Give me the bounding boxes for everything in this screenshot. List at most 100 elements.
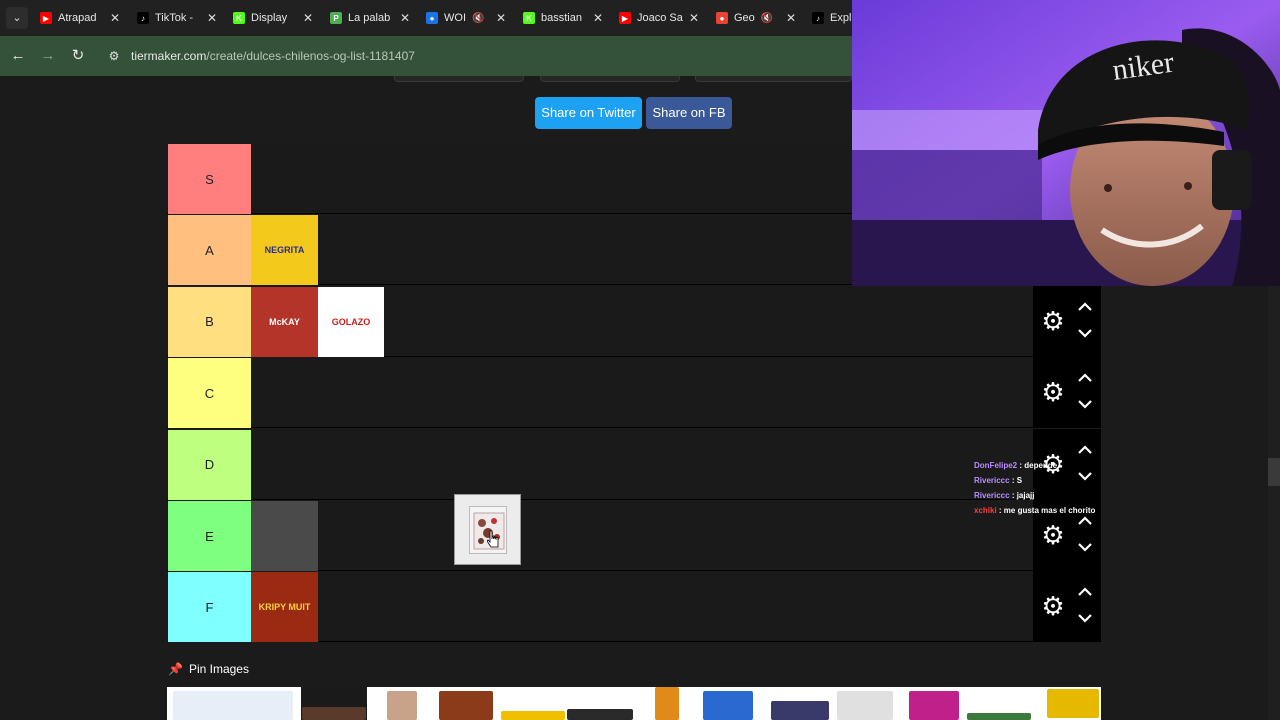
close-tab-icon[interactable]: ✕ <box>301 10 315 26</box>
bank-item[interactable] <box>567 709 633 720</box>
bank-item[interactable] <box>501 711 565 720</box>
close-tab-icon[interactable]: ✕ <box>108 10 122 26</box>
toolbar-button-partial[interactable] <box>394 76 524 82</box>
tier-controls: ⚙ <box>1033 571 1101 643</box>
chat-message: xchiki : me gusta mas el chorito <box>974 503 1280 518</box>
toolbar-button-partial[interactable] <box>695 76 852 82</box>
chat-text: jajajj <box>1016 491 1035 500</box>
browser-tab[interactable]: ● WOI 🔇 ✕ <box>426 6 508 30</box>
bank-item[interactable] <box>387 691 417 720</box>
tab-title: Joaco Sa <box>637 12 683 24</box>
pin-images-toggle[interactable]: 📌 Pin Images <box>168 660 249 678</box>
toolbar-button-partial[interactable] <box>540 76 680 82</box>
chevron-down-icon[interactable] <box>1076 396 1094 412</box>
bank-item[interactable] <box>771 701 829 720</box>
tier-label[interactable]: S <box>168 144 251 214</box>
chat-username: xchiki <box>974 506 997 515</box>
tier-item[interactable]: GOLAZO <box>318 286 384 357</box>
browser-tab[interactable]: ▶ Atrapad ✕ <box>40 6 122 30</box>
browser-tab[interactable]: ● Geo 🔇 ✕ <box>716 6 798 30</box>
tier-item[interactable]: KRIPY MUIT <box>251 572 318 643</box>
chevron-down-icon[interactable] <box>1076 539 1094 555</box>
gear-icon[interactable]: ⚙ <box>1040 593 1066 619</box>
back-arrow-icon[interactable]: ← <box>8 46 28 66</box>
gear-icon[interactable]: ⚙ <box>1040 522 1066 548</box>
browser-tab[interactable]: ▶ Joaco Sa ✕ <box>619 6 701 30</box>
browser-tab[interactable]: P La palab ✕ <box>330 6 412 30</box>
chevron-up-icon[interactable] <box>1076 584 1094 600</box>
muted-speaker-icon[interactable]: 🔇 <box>761 13 773 24</box>
tab-title: basstian <box>541 12 582 24</box>
browser-tab[interactable]: K Display ✕ <box>233 6 315 30</box>
close-tab-icon[interactable]: ✕ <box>591 10 605 26</box>
stream-chat-overlay: DonFelipe2 : depende Rivericcc : S Riveric… <box>974 458 1280 518</box>
tier-row-f: F KRIPY MUIT ⚙ <box>167 571 1101 643</box>
tier-item[interactable]: NEGRITA <box>251 215 318 286</box>
chevron-up-icon[interactable] <box>1076 299 1094 315</box>
close-tab-icon[interactable]: ✕ <box>398 10 412 26</box>
tier-dropzone[interactable]: McKAY GOLAZO <box>251 286 384 357</box>
tab-bar: ⌄ ▶ Atrapad ✕ ♪ TikTok - ✕ K Display ✕ P La palab ✕… <box>0 0 852 36</box>
bank-item[interactable] <box>655 687 679 720</box>
webcam-overlay: niker <box>852 0 1280 286</box>
bank-item[interactable] <box>837 691 893 720</box>
tier-label[interactable]: E <box>168 501 251 571</box>
reload-icon[interactable]: ↻ <box>68 46 88 66</box>
pin-images-label: Pin Images <box>188 662 249 676</box>
youtube-icon: ▶ <box>40 12 52 24</box>
muted-speaker-icon[interactable]: 🔇 <box>472 13 484 24</box>
chevron-down-icon[interactable] <box>1076 610 1094 626</box>
chat-separator: : <box>1009 476 1017 485</box>
tiktok-icon: ♪ <box>137 12 149 24</box>
tab-title: La palab <box>348 12 391 24</box>
bank-item[interactable] <box>173 691 293 720</box>
chevron-down-icon[interactable] <box>1076 325 1094 341</box>
bank-item[interactable] <box>439 691 493 720</box>
forward-arrow-icon[interactable]: → <box>38 46 58 66</box>
tab-title: Geo <box>734 12 755 24</box>
browser-tab[interactable]: ♪ TikTok - ✕ <box>137 6 219 30</box>
chevron-up-icon[interactable] <box>1076 442 1094 458</box>
tab-title: WOI <box>444 12 466 24</box>
gear-icon[interactable]: ⚙ <box>1040 379 1066 405</box>
tier-dropzone[interactable]: KRIPY MUIT <box>251 571 318 643</box>
gear-icon[interactable]: ⚙ <box>1040 308 1066 334</box>
share-twitter-button[interactable]: Share on Twitter <box>535 97 642 129</box>
tier-label[interactable]: C <box>168 358 251 429</box>
close-tab-icon[interactable]: ✕ <box>494 10 508 26</box>
tier-dropzone[interactable] <box>251 500 318 571</box>
site-settings-icon[interactable]: ⚙ <box>106 48 122 64</box>
kick-icon: K <box>523 12 535 24</box>
tier-label[interactable]: D <box>168 429 251 500</box>
tier-dropzone[interactable]: NEGRITA <box>251 214 318 286</box>
bank-item[interactable] <box>1047 689 1099 718</box>
tier-label[interactable]: B <box>168 286 251 357</box>
tier-row-d: D ⚙ <box>167 428 1101 500</box>
kick-icon: K <box>233 12 245 24</box>
browser-tab[interactable]: Kbasstian ✕ <box>523 6 605 30</box>
chat-text: me gusta mas el chorito <box>1003 506 1096 515</box>
tier-item[interactable] <box>251 501 318 571</box>
browser-tab[interactable]: ♪ Expl <box>812 6 857 30</box>
chat-message: Rivericcc : S <box>974 473 1280 488</box>
chat-separator: : <box>1009 491 1017 500</box>
tier-label[interactable]: F <box>168 572 251 643</box>
bank-item[interactable] <box>703 691 753 720</box>
tab-search-chevron-icon[interactable]: ⌄ <box>6 7 28 29</box>
tier-label[interactable]: A <box>168 215 251 286</box>
close-tab-icon[interactable]: ✕ <box>205 10 219 26</box>
close-tab-icon[interactable]: ✕ <box>784 10 798 26</box>
chat-username: Rivericcc <box>974 476 1010 485</box>
tab-title: Display <box>251 12 288 24</box>
tier-item[interactable]: McKAY <box>251 286 318 357</box>
close-tab-icon[interactable]: ✕ <box>687 10 701 26</box>
tab-title: Expl <box>830 12 852 24</box>
address-bar[interactable]: tiermaker.com/create/dulces-chilenos-og-… <box>131 48 415 64</box>
bank-item[interactable] <box>967 713 1031 720</box>
share-fb-button[interactable]: Share on FB <box>646 97 732 129</box>
chat-text: S <box>1016 476 1023 485</box>
bank-item[interactable] <box>302 707 366 720</box>
map-pin-icon: ● <box>716 12 728 24</box>
bank-item[interactable] <box>909 691 959 720</box>
chevron-up-icon[interactable] <box>1076 370 1094 386</box>
